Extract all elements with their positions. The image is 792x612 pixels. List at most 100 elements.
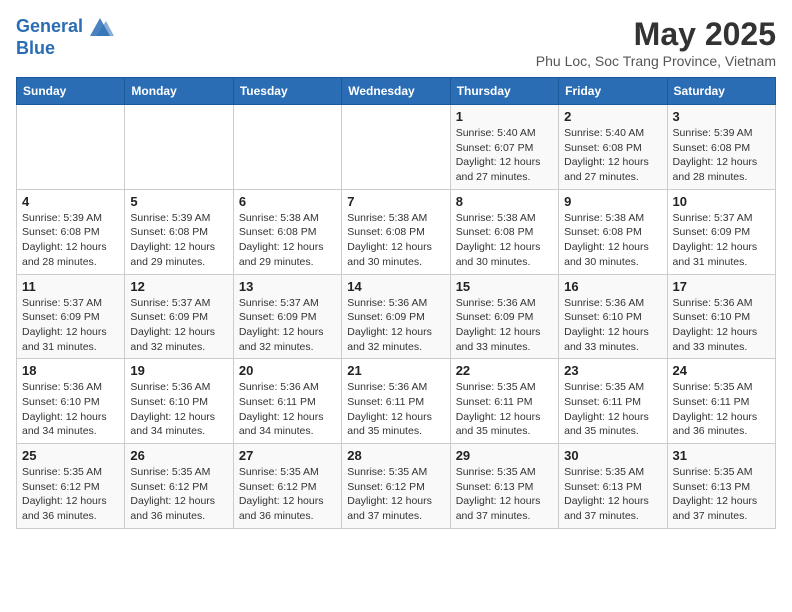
day-info: Sunrise: 5:36 AM Sunset: 6:11 PM Dayligh… (347, 380, 444, 439)
day-number: 25 (22, 448, 119, 463)
day-cell: 30 Sunrise: 5:35 AM Sunset: 6:13 PM Dayli… (559, 444, 667, 529)
logo-general: General (16, 17, 83, 37)
weekday-tuesday: Tuesday (233, 78, 341, 105)
day-cell: 16 Sunrise: 5:36 AM Sunset: 6:10 PM Dayli… (559, 274, 667, 359)
day-number: 24 (673, 363, 770, 378)
day-number: 9 (564, 194, 661, 209)
day-number: 8 (456, 194, 553, 209)
day-info: Sunrise: 5:35 AM Sunset: 6:12 PM Dayligh… (239, 465, 336, 524)
day-info: Sunrise: 5:37 AM Sunset: 6:09 PM Dayligh… (130, 296, 227, 355)
day-number: 26 (130, 448, 227, 463)
day-info: Sunrise: 5:39 AM Sunset: 6:08 PM Dayligh… (673, 126, 770, 185)
day-cell: 24Sunrise: 5:35 AM Sunset: 6:11 PM Dayli… (667, 359, 775, 444)
day-cell: 27 Sunrise: 5:35 AM Sunset: 6:12 PM Dayli… (233, 444, 341, 529)
week-row-4: 18 Sunrise: 5:36 AM Sunset: 6:10 PM Dayli… (17, 359, 776, 444)
day-number: 18 (22, 363, 119, 378)
day-cell: 3 Sunrise: 5:39 AM Sunset: 6:08 PM Daylig… (667, 105, 775, 190)
week-row-5: 25 Sunrise: 5:35 AM Sunset: 6:12 PM Dayli… (17, 444, 776, 529)
day-cell: 19 Sunrise: 5:36 AM Sunset: 6:10 PM Dayli… (125, 359, 233, 444)
calendar-table: SundayMondayTuesdayWednesdayThursdayFrid… (16, 77, 776, 529)
day-cell: 9 Sunrise: 5:38 AM Sunset: 6:08 PM Daylig… (559, 189, 667, 274)
day-info: Sunrise: 5:36 AM Sunset: 6:09 PM Dayligh… (347, 296, 444, 355)
day-info: Sunrise: 5:38 AM Sunset: 6:08 PM Dayligh… (239, 211, 336, 270)
day-cell: 23 Sunrise: 5:35 AM Sunset: 6:11 PM Dayli… (559, 359, 667, 444)
day-info: Sunrise: 5:38 AM Sunset: 6:08 PM Dayligh… (456, 211, 553, 270)
day-number: 10 (673, 194, 770, 209)
day-info: Sunrise: 5:36 AM Sunset: 6:11 PM Dayligh… (239, 380, 336, 439)
day-info: Sunrise: 5:35 AM Sunset: 6:13 PM Dayligh… (456, 465, 553, 524)
day-cell: 4Sunrise: 5:39 AM Sunset: 6:08 PM Daylig… (17, 189, 125, 274)
week-row-2: 4Sunrise: 5:39 AM Sunset: 6:08 PM Daylig… (17, 189, 776, 274)
day-cell: 21 Sunrise: 5:36 AM Sunset: 6:11 PM Dayli… (342, 359, 450, 444)
day-cell: 15 Sunrise: 5:36 AM Sunset: 6:09 PM Dayli… (450, 274, 558, 359)
day-info: Sunrise: 5:35 AM Sunset: 6:12 PM Dayligh… (347, 465, 444, 524)
day-cell: 2 Sunrise: 5:40 AM Sunset: 6:08 PM Daylig… (559, 105, 667, 190)
day-info: Sunrise: 5:35 AM Sunset: 6:13 PM Dayligh… (673, 465, 770, 524)
day-info: Sunrise: 5:35 AM Sunset: 6:13 PM Dayligh… (564, 465, 661, 524)
day-info: Sunrise: 5:37 AM Sunset: 6:09 PM Dayligh… (239, 296, 336, 355)
logo: General Blue (16, 16, 114, 59)
logo-icon (86, 16, 114, 38)
day-number: 17 (673, 279, 770, 294)
day-info: Sunrise: 5:40 AM Sunset: 6:07 PM Dayligh… (456, 126, 553, 185)
day-info: Sunrise: 5:37 AM Sunset: 6:09 PM Dayligh… (22, 296, 119, 355)
day-info: Sunrise: 5:37 AM Sunset: 6:09 PM Dayligh… (673, 211, 770, 270)
day-number: 23 (564, 363, 661, 378)
day-number: 29 (456, 448, 553, 463)
day-cell: 5Sunrise: 5:39 AM Sunset: 6:08 PM Daylig… (125, 189, 233, 274)
day-number: 28 (347, 448, 444, 463)
day-cell: 18Sunrise: 5:36 AM Sunset: 6:10 PM Dayli… (17, 359, 125, 444)
day-cell: 31 Sunrise: 5:35 AM Sunset: 6:13 PM Dayli… (667, 444, 775, 529)
day-info: Sunrise: 5:39 AM Sunset: 6:08 PM Dayligh… (22, 211, 119, 270)
month-title: May 2025 (536, 16, 776, 53)
day-number: 16 (564, 279, 661, 294)
day-cell: 12 Sunrise: 5:37 AM Sunset: 6:09 PM Dayli… (125, 274, 233, 359)
day-cell (125, 105, 233, 190)
weekday-sunday: Sunday (17, 78, 125, 105)
title-block: May 2025 Phu Loc, Soc Trang Province, Vi… (536, 16, 776, 69)
day-number: 12 (130, 279, 227, 294)
day-number: 1 (456, 109, 553, 124)
day-number: 19 (130, 363, 227, 378)
weekday-thursday: Thursday (450, 78, 558, 105)
day-cell: 25 Sunrise: 5:35 AM Sunset: 6:12 PM Dayli… (17, 444, 125, 529)
day-info: Sunrise: 5:35 AM Sunset: 6:12 PM Dayligh… (22, 465, 119, 524)
day-info: Sunrise: 5:36 AM Sunset: 6:10 PM Dayligh… (564, 296, 661, 355)
day-number: 11 (22, 279, 119, 294)
day-info: Sunrise: 5:36 AM Sunset: 6:10 PM Dayligh… (673, 296, 770, 355)
day-number: 7 (347, 194, 444, 209)
day-cell: 14 Sunrise: 5:36 AM Sunset: 6:09 PM Dayli… (342, 274, 450, 359)
day-cell: 20 Sunrise: 5:36 AM Sunset: 6:11 PM Dayli… (233, 359, 341, 444)
day-info: Sunrise: 5:36 AM Sunset: 6:09 PM Dayligh… (456, 296, 553, 355)
day-cell (342, 105, 450, 190)
day-number: 31 (673, 448, 770, 463)
day-cell: 10 Sunrise: 5:37 AM Sunset: 6:09 PM Dayli… (667, 189, 775, 274)
week-row-1: 1 Sunrise: 5:40 AM Sunset: 6:07 PM Daylig… (17, 105, 776, 190)
day-number: 27 (239, 448, 336, 463)
day-info: Sunrise: 5:35 AM Sunset: 6:11 PM Dayligh… (456, 380, 553, 439)
week-row-3: 11 Sunrise: 5:37 AM Sunset: 6:09 PM Dayli… (17, 274, 776, 359)
day-info: Sunrise: 5:39 AM Sunset: 6:08 PM Dayligh… (130, 211, 227, 270)
day-cell: 22Sunrise: 5:35 AM Sunset: 6:11 PM Dayli… (450, 359, 558, 444)
day-info: Sunrise: 5:36 AM Sunset: 6:10 PM Dayligh… (130, 380, 227, 439)
weekday-saturday: Saturday (667, 78, 775, 105)
day-number: 14 (347, 279, 444, 294)
day-number: 21 (347, 363, 444, 378)
day-number: 20 (239, 363, 336, 378)
day-cell: 7 Sunrise: 5:38 AM Sunset: 6:08 PM Daylig… (342, 189, 450, 274)
day-info: Sunrise: 5:35 AM Sunset: 6:11 PM Dayligh… (564, 380, 661, 439)
day-number: 3 (673, 109, 770, 124)
logo-blue: Blue (16, 38, 114, 59)
day-number: 30 (564, 448, 661, 463)
day-number: 6 (239, 194, 336, 209)
day-number: 15 (456, 279, 553, 294)
day-info: Sunrise: 5:38 AM Sunset: 6:08 PM Dayligh… (347, 211, 444, 270)
day-cell: 17 Sunrise: 5:36 AM Sunset: 6:10 PM Dayli… (667, 274, 775, 359)
weekday-monday: Monday (125, 78, 233, 105)
day-info: Sunrise: 5:40 AM Sunset: 6:08 PM Dayligh… (564, 126, 661, 185)
day-number: 13 (239, 279, 336, 294)
day-info: Sunrise: 5:38 AM Sunset: 6:08 PM Dayligh… (564, 211, 661, 270)
weekday-friday: Friday (559, 78, 667, 105)
day-number: 2 (564, 109, 661, 124)
day-cell: 1 Sunrise: 5:40 AM Sunset: 6:07 PM Daylig… (450, 105, 558, 190)
